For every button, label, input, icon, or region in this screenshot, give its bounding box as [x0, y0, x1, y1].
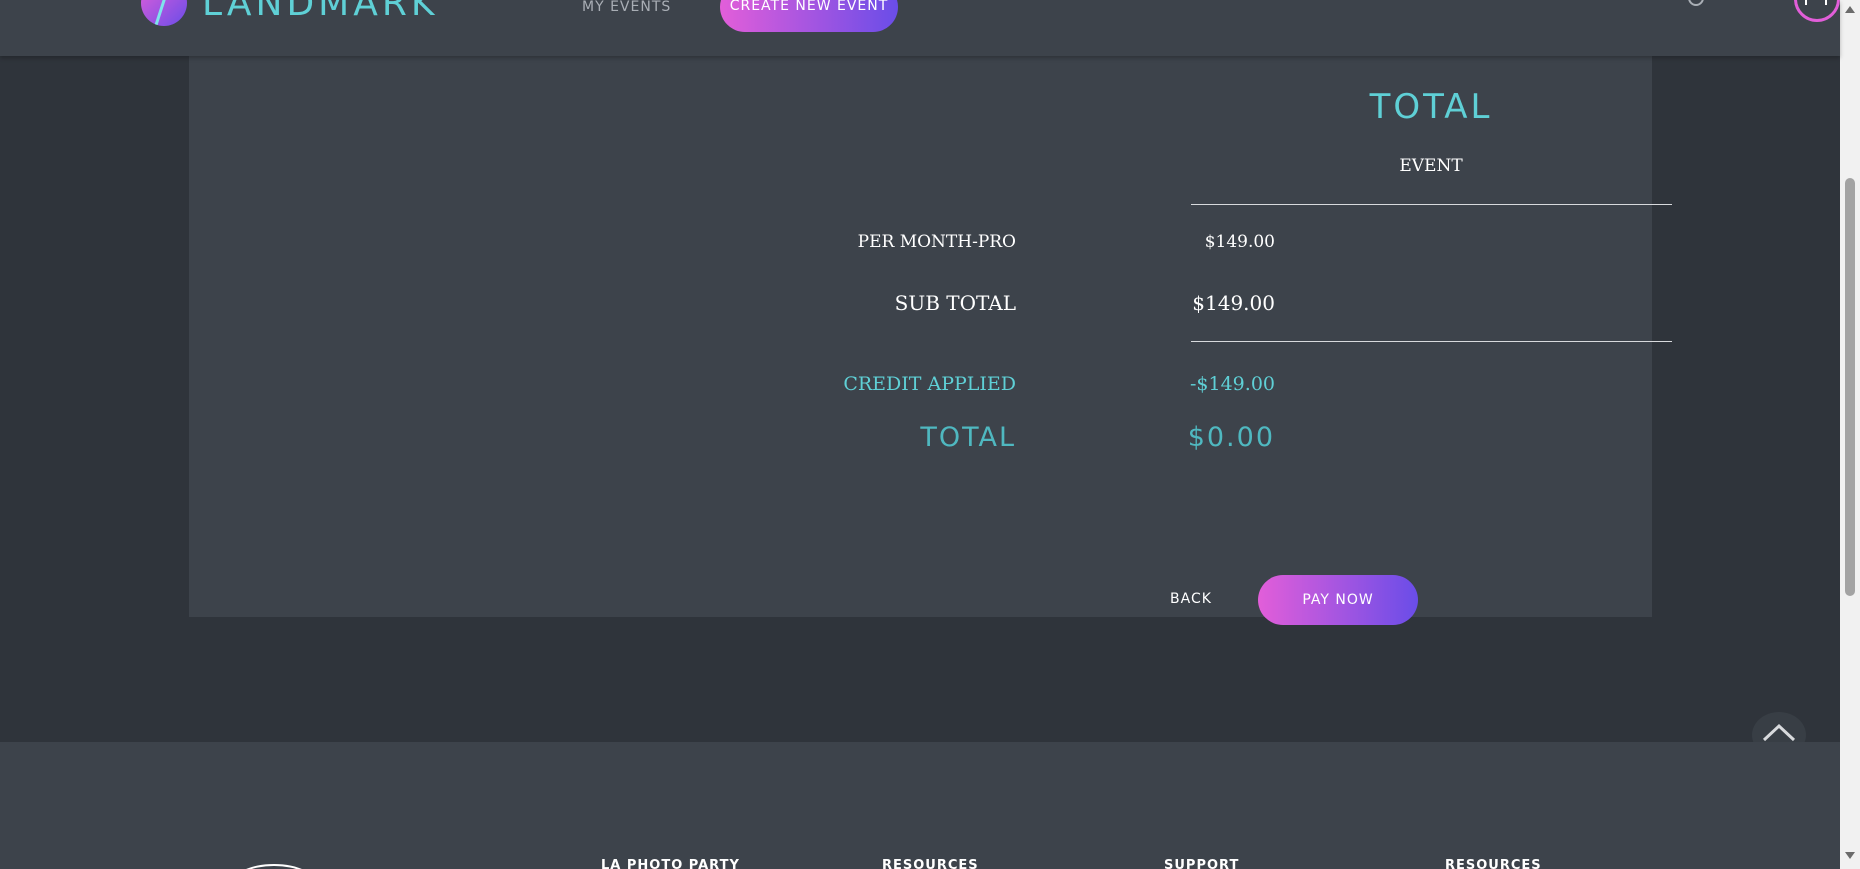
top-nav: LANDMARK MY EVENTS CREATE NEW EVENT [0, 0, 1840, 56]
nav-my-events[interactable]: MY EVENTS [582, 0, 671, 14]
brand-logo-text[interactable]: LANDMARK [202, 0, 438, 22]
search-icon[interactable] [1688, 0, 1704, 6]
line-label-total: TOTAL [920, 422, 1016, 453]
footer-col-la-photo-party[interactable]: LA PHOTO PARTY [601, 858, 740, 869]
line-label-credit: CREDIT APPLIED [843, 373, 1016, 395]
summary-subtitle: EVENT [1399, 156, 1463, 176]
scroll-down-icon[interactable] [1845, 852, 1855, 859]
summary-title: TOTAL [1369, 87, 1493, 127]
order-summary-card: TOTAL EVENT PER MONTH-PRO $149.00 SUB TO… [189, 56, 1672, 625]
footer-col-resources[interactable]: RESOURCES [882, 858, 979, 869]
footer-col-support[interactable]: SUPPORT [1164, 858, 1239, 869]
user-icon[interactable] [1794, 0, 1840, 22]
scroll-up-icon[interactable] [1845, 6, 1855, 13]
pay-now-button[interactable]: PAY NOW [1258, 575, 1418, 625]
divider [1191, 204, 1672, 205]
checkout-page: LANDMARK MY EVENTS CREATE NEW EVENT TOTA… [0, 0, 1860, 869]
line-label-per-month: PER MONTH-PRO [857, 232, 1016, 252]
logo-icon[interactable] [141, 0, 187, 26]
page-scrollbar[interactable] [1840, 0, 1860, 869]
footer-logo[interactable] [230, 864, 318, 869]
line-label-subtotal: SUB TOTAL [894, 291, 1016, 315]
back-button[interactable]: BACK [1149, 575, 1233, 623]
line-value-subtotal: $149.00 [1192, 291, 1275, 315]
footer: LA PHOTO PARTY RESOURCES SUPPORT RESOURC… [0, 742, 1840, 869]
scroll-thumb[interactable] [1845, 178, 1855, 596]
line-value-credit: -$149.00 [1190, 373, 1275, 395]
divider [1191, 341, 1672, 342]
line-value-total: $0.00 [1187, 422, 1275, 453]
line-value-per-month: $149.00 [1204, 232, 1275, 252]
create-new-event-button[interactable]: CREATE NEW EVENT [720, 0, 898, 32]
footer-col-resources-2[interactable]: RESOURCES [1445, 858, 1542, 869]
